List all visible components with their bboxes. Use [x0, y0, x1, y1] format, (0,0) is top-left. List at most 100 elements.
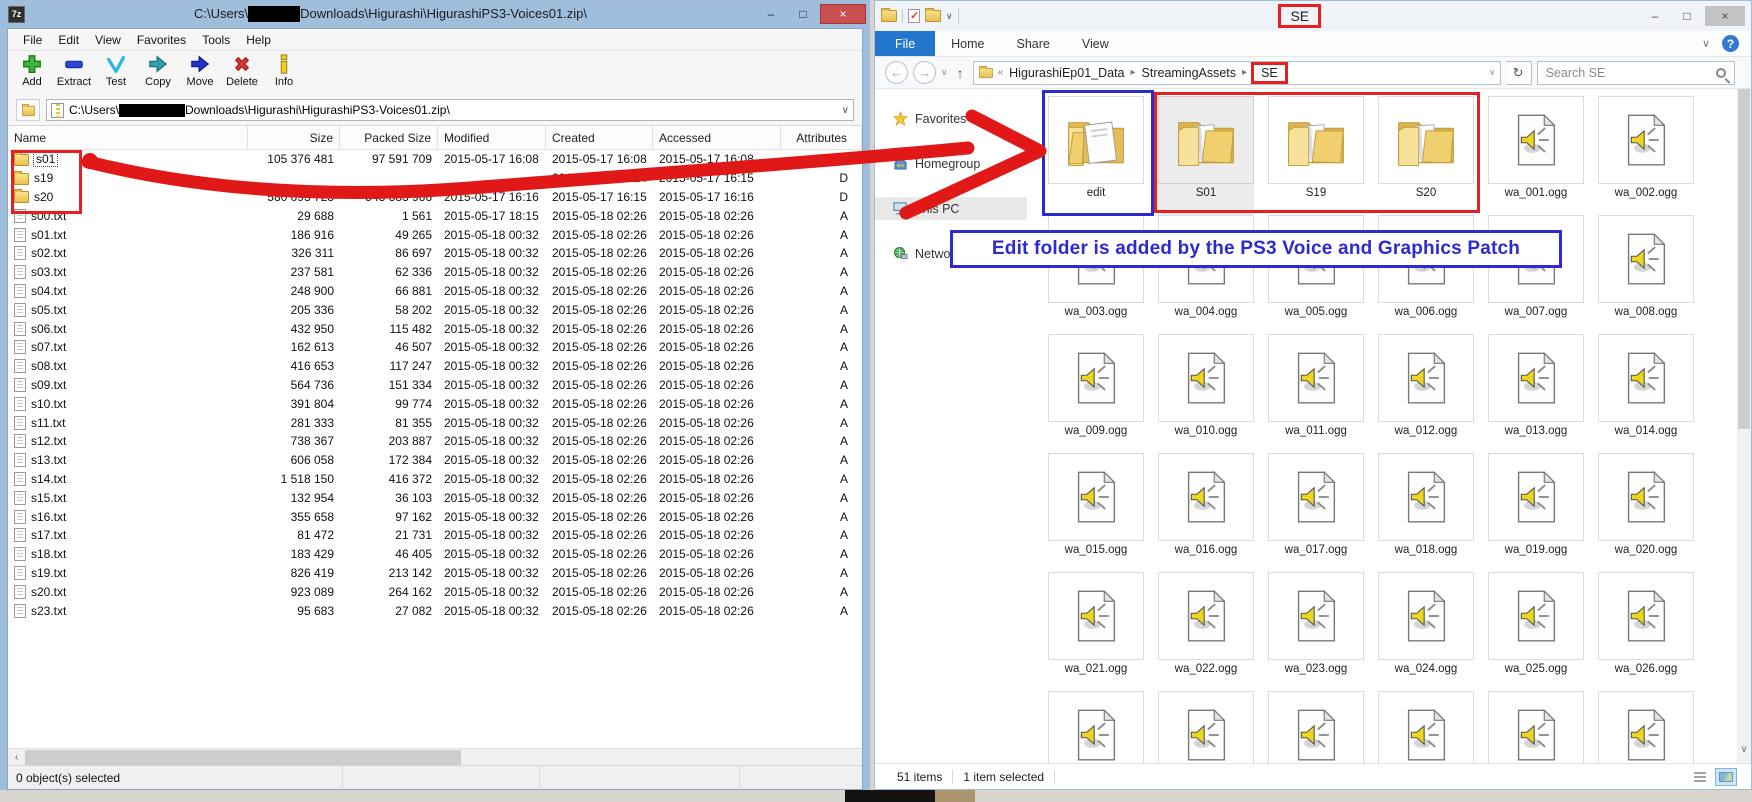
table-row[interactable]: s17.txt81 47221 7312015-05-18 00:322015-…: [8, 526, 862, 545]
column-size[interactable]: Size: [248, 126, 340, 149]
file-name[interactable]: s16.txt: [31, 510, 66, 524]
table-row[interactable]: s19.txt826 419213 1422015-05-18 00:32201…: [8, 564, 862, 583]
file-tile[interactable]: [1158, 691, 1254, 763]
search-icon[interactable]: [1716, 68, 1726, 78]
vertical-scrollbar[interactable]: ∨: [1737, 89, 1751, 763]
file-tile[interactable]: wa_017.ogg: [1268, 453, 1364, 572]
table-row[interactable]: s18.txt183 42946 4052015-05-18 00:322015…: [8, 545, 862, 564]
address-dropdown-icon[interactable]: ∨: [1489, 67, 1496, 78]
tile-icon-box[interactable]: [1598, 215, 1694, 303]
tile-icon-box[interactable]: [1158, 453, 1254, 541]
chevron-down-icon[interactable]: ∨: [946, 11, 953, 22]
file-name[interactable]: s15.txt: [31, 491, 66, 505]
tile-icon-box[interactable]: [1598, 334, 1694, 422]
sevenzip-titlebar[interactable]: 7z C:\Users\Downloads\Higurashi\Higurash…: [0, 0, 870, 28]
folder-tile[interactable]: edit: [1048, 96, 1144, 215]
table-row[interactable]: s23.txt95 68327 0822015-05-18 00:322015-…: [8, 601, 862, 620]
file-tile[interactable]: wa_009.ogg: [1048, 334, 1144, 453]
breadcrumb-overflow[interactable]: «: [998, 67, 1004, 78]
scrollbar-thumb[interactable]: [1738, 89, 1750, 429]
info-button[interactable]: Info: [266, 53, 302, 88]
scroll-down-icon[interactable]: ∨: [1737, 744, 1751, 755]
tile-icon-box[interactable]: [1268, 691, 1364, 763]
tile-icon-box[interactable]: [1598, 96, 1694, 184]
table-row[interactable]: s08.txt416 653117 2472015-05-18 00:32201…: [8, 357, 862, 376]
table-row[interactable]: s03.txt237 58162 3362015-05-18 00:322015…: [8, 263, 862, 282]
file-name[interactable]: s11.txt: [31, 416, 65, 430]
tile-icon-box[interactable]: [1048, 334, 1144, 422]
file-name[interactable]: s14.txt: [31, 472, 66, 486]
file-tile[interactable]: wa_011.ogg: [1268, 334, 1364, 453]
column-accessed[interactable]: Accessed: [653, 126, 781, 149]
file-tile[interactable]: [1488, 691, 1584, 763]
back-button[interactable]: ←: [885, 61, 908, 84]
up-folder-button[interactable]: [16, 99, 40, 121]
tile-icon-box[interactable]: [1158, 334, 1254, 422]
expand-ribbon-icon[interactable]: ∨: [1702, 37, 1710, 50]
file-name[interactable]: s10.txt: [31, 397, 66, 411]
file-name[interactable]: s04.txt: [31, 284, 66, 298]
tile-icon-box[interactable]: [1048, 96, 1144, 184]
file-tile[interactable]: wa_008.ogg: [1598, 215, 1694, 334]
file-name[interactable]: s13.txt: [31, 453, 66, 467]
thumbnail-view-button[interactable]: [1715, 768, 1737, 786]
tile-icon-box[interactable]: [1378, 334, 1474, 422]
move-button[interactable]: Move: [182, 53, 218, 88]
file-name[interactable]: s17.txt: [31, 528, 66, 542]
tile-icon-box[interactable]: [1048, 453, 1144, 541]
help-icon[interactable]: ?: [1722, 35, 1739, 52]
tile-icon-box[interactable]: [1158, 691, 1254, 763]
file-tile[interactable]: wa_024.ogg: [1378, 572, 1474, 691]
file-tile[interactable]: wa_026.ogg: [1598, 572, 1694, 691]
nav-favorites[interactable]: Favorites: [875, 107, 1027, 130]
file-tile[interactable]: wa_015.ogg: [1048, 453, 1144, 572]
file-name[interactable]: s08.txt: [31, 359, 66, 373]
file-name[interactable]: s19: [34, 171, 53, 185]
tile-icon-box[interactable]: [1378, 572, 1474, 660]
table-row[interactable]: s16.txt355 65897 1622015-05-18 00:322015…: [8, 507, 862, 526]
file-tile[interactable]: [1048, 691, 1144, 763]
tile-icon-box[interactable]: [1378, 453, 1474, 541]
file-name[interactable]: s18.txt: [31, 547, 66, 561]
column-packed-size[interactable]: Packed Size: [340, 126, 438, 149]
file-tile[interactable]: wa_019.ogg: [1488, 453, 1584, 572]
table-row[interactable]: s13.txt606 058172 3842015-05-18 00:32201…: [8, 451, 862, 470]
file-name[interactable]: s20: [34, 190, 53, 204]
folder-icon[interactable]: [881, 10, 897, 22]
table-row[interactable]: s10.txt391 80499 7742015-05-18 00:322015…: [8, 394, 862, 413]
file-name[interactable]: s00.txt: [31, 209, 66, 223]
column-attributes[interactable]: Attributes: [781, 126, 862, 149]
tile-icon-box[interactable]: [1268, 453, 1364, 541]
details-view-button[interactable]: [1689, 768, 1711, 786]
tile-icon-box[interactable]: [1048, 572, 1144, 660]
breadcrumb-item-se[interactable]: SE: [1251, 62, 1288, 84]
tile-icon-box[interactable]: [1158, 96, 1254, 184]
nav-homegroup[interactable]: Homegroup: [875, 152, 1027, 175]
test-button[interactable]: Test: [98, 53, 134, 88]
file-tile[interactable]: wa_020.ogg: [1598, 453, 1694, 572]
nav-this-pc[interactable]: This PC: [875, 197, 1027, 220]
close-button[interactable]: ×: [820, 4, 866, 24]
file-name[interactable]: s06.txt: [31, 322, 66, 336]
file-tile[interactable]: wa_001.ogg: [1488, 96, 1584, 215]
file-tile[interactable]: wa_022.ogg: [1158, 572, 1254, 691]
maximize-button[interactable]: □: [1673, 6, 1701, 26]
file-name[interactable]: s12.txt: [31, 434, 66, 448]
tile-icon-box[interactable]: [1488, 96, 1584, 184]
tile-icon-box[interactable]: [1268, 96, 1364, 184]
file-tile[interactable]: wa_018.ogg: [1378, 453, 1474, 572]
table-row[interactable]: s01.txt186 91649 2652015-05-18 00:322015…: [8, 225, 862, 244]
file-name[interactable]: s07.txt: [31, 340, 66, 354]
tab-file[interactable]: File: [875, 31, 935, 56]
new-folder-icon[interactable]: [925, 10, 941, 22]
column-created[interactable]: Created: [546, 126, 653, 149]
table-row[interactable]: s05.txt205 33658 2022015-05-18 00:322015…: [8, 300, 862, 319]
table-row[interactable]: s06.txt432 950115 4822015-05-18 00:32201…: [8, 319, 862, 338]
scrollbar-thumb[interactable]: [25, 750, 461, 765]
file-tile[interactable]: [1598, 691, 1694, 763]
file-tile[interactable]: wa_013.ogg: [1488, 334, 1584, 453]
tile-icon-box[interactable]: [1268, 334, 1364, 422]
tab-home[interactable]: Home: [935, 31, 1000, 56]
file-tile[interactable]: wa_021.ogg: [1048, 572, 1144, 691]
file-tile[interactable]: wa_025.ogg: [1488, 572, 1584, 691]
